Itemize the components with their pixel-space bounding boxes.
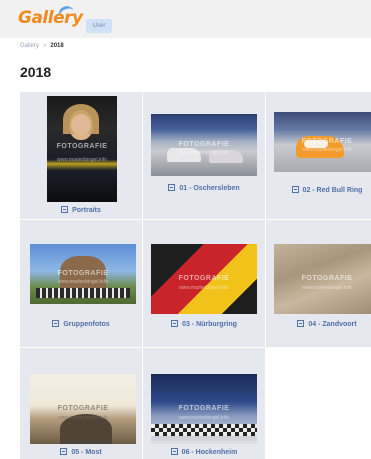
- album-title: 01 - Oschersleben: [179, 185, 240, 192]
- album-tile-nuerburgring[interactable]: FOTOGRAFIE www.marlenbingel.info 03 - Nü…: [143, 220, 265, 347]
- album-icon: [52, 320, 60, 327]
- album-link-red-bull-ring[interactable]: 02 - Red Bull Ring: [266, 186, 371, 194]
- album-tile-most[interactable]: FOTOGRAFIE www.marlenbingel.info 05 - Mo…: [20, 348, 142, 459]
- person-face-detail: [71, 114, 91, 136]
- album-link-oschersleben[interactable]: 01 - Oschersleben: [143, 184, 265, 192]
- watermark-url: www.marlenbingel.info: [301, 284, 353, 291]
- album-title: 03 - Nürburgring: [182, 321, 237, 328]
- album-title: 06 - Hockenheim: [181, 449, 238, 456]
- album-icon: [291, 186, 299, 193]
- watermark-text: FOTOGRAFIE: [57, 270, 109, 278]
- album-tile-hockenheim[interactable]: FOTOGRAFIE www.marlenbingel.info 06 - Ho…: [143, 348, 265, 459]
- album-link-gruppenfotos[interactable]: Gruppenfotos: [20, 320, 142, 328]
- checkered-flag-shape: [151, 424, 257, 436]
- breadcrumb-current: 2018: [50, 43, 64, 49]
- group-people-shape: [36, 288, 130, 298]
- watermark-url: www.marlenbingel.info: [178, 414, 230, 421]
- watermark-url: www.marlenbingel.info: [57, 414, 109, 421]
- breadcrumb-separator: »: [43, 43, 47, 49]
- album-link-most[interactable]: 05 - Most: [20, 448, 142, 456]
- album-thumbnail[interactable]: FOTOGRAFIE www.marlenbingel.info: [274, 112, 371, 172]
- watermark-url: www.marlenbingel.info: [301, 146, 353, 153]
- watermark-text: FOTOGRAFIE: [56, 142, 108, 150]
- watermark-text: FOTOGRAFIE: [178, 274, 230, 282]
- album-thumbnail[interactable]: FOTOGRAFIE www.marlenbingel.info: [274, 244, 371, 314]
- album-tile-oschersleben[interactable]: FOTOGRAFIE www.marlenbingel.info 01 - Os…: [143, 92, 265, 219]
- watermark-url: www.marlenbingel.info: [178, 149, 230, 156]
- watermark-text: FOTOGRAFIE: [57, 404, 109, 412]
- album-thumbnail[interactable]: FOTOGRAFIE www.marlenbingel.info: [151, 244, 257, 314]
- album-thumbnail[interactable]: FOTOGRAFIE www.marlenbingel.info: [47, 96, 117, 202]
- album-tile-gruppenfotos[interactable]: FOTOGRAFIE www.marlenbingel.info Gruppen…: [20, 220, 142, 347]
- album-link-nuerburgring[interactable]: 03 - Nürburgring: [143, 320, 265, 328]
- album-title: 04 - Zandvoort: [308, 321, 357, 328]
- album-icon: [168, 184, 176, 191]
- album-title: 02 - Red Bull Ring: [302, 187, 363, 194]
- watermark-text: FOTOGRAFIE: [301, 138, 353, 146]
- album-tile-red-bull-ring[interactable]: FOTOGRAFIE www.marlenbingel.info 02 - Re…: [266, 92, 371, 219]
- album-link-zandvoort[interactable]: 04 - Zandvoort: [266, 320, 371, 328]
- album-title: 05 - Most: [71, 449, 102, 456]
- album-icon: [171, 320, 179, 327]
- album-tile-portraits[interactable]: FOTOGRAFIE www.marlenbingel.info Portrai…: [20, 92, 142, 219]
- watermark-text: FOTOGRAFIE: [178, 404, 230, 412]
- watermark-url: www.marlenbingel.info: [56, 157, 108, 164]
- album-thumbnail[interactable]: FOTOGRAFIE www.marlenbingel.info: [30, 374, 136, 444]
- page-title: 2018: [20, 64, 52, 80]
- watermark-text: FOTOGRAFIE: [301, 274, 353, 282]
- watermark-url: www.marlenbingel.info: [57, 278, 109, 285]
- album-grid: FOTOGRAFIE www.marlenbingel.info Portrai…: [20, 92, 371, 459]
- user-menu-button[interactable]: User: [86, 19, 112, 33]
- album-thumbnail[interactable]: FOTOGRAFIE www.marlenbingel.info: [151, 114, 257, 176]
- album-title: Gruppenfotos: [63, 321, 110, 328]
- album-icon: [297, 320, 305, 327]
- album-tile-zandvoort[interactable]: FOTOGRAFIE www.marlenbingel.info 04 - Za…: [266, 220, 371, 347]
- album-thumbnail[interactable]: FOTOGRAFIE www.marlenbingel.info: [151, 374, 257, 444]
- site-header: Gallery User: [0, 0, 371, 38]
- album-icon: [60, 448, 68, 455]
- album-link-portraits[interactable]: Portraits: [20, 206, 142, 214]
- breadcrumb-root-link[interactable]: Gallery: [20, 43, 39, 49]
- album-icon: [170, 448, 178, 455]
- breadcrumb: Gallery » 2018: [20, 43, 64, 49]
- album-link-hockenheim[interactable]: 06 - Hockenheim: [143, 448, 265, 456]
- album-thumbnail[interactable]: FOTOGRAFIE www.marlenbingel.info: [30, 244, 136, 304]
- album-title: Portraits: [72, 207, 101, 214]
- album-icon: [61, 206, 69, 213]
- watermark-url: www.marlenbingel.info: [178, 284, 230, 291]
- watermark-text: FOTOGRAFIE: [178, 141, 230, 149]
